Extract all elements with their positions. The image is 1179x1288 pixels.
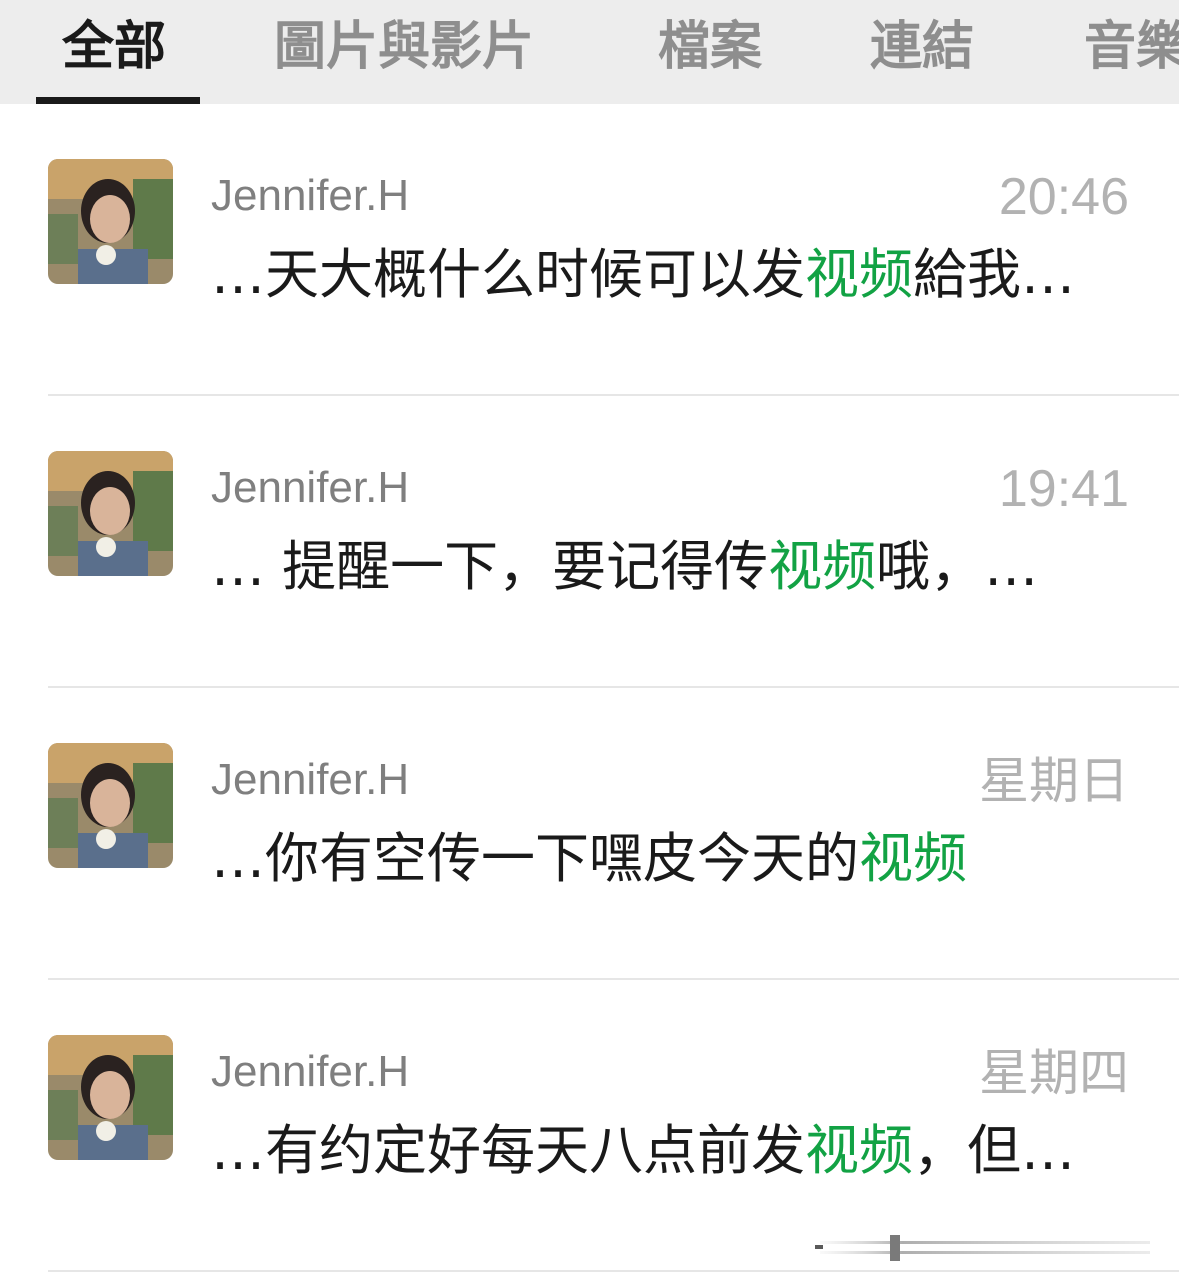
tab-links[interactable]: 連結 — [870, 14, 974, 80]
tab-all[interactable]: 全部 — [62, 14, 166, 80]
tab-files[interactable]: 檔案 — [658, 14, 762, 80]
avatar[interactable] — [48, 1035, 173, 1160]
snippet-text: …天大概什么时候可以发 — [211, 243, 805, 306]
snippet-text: …有约定好每天八点前发 — [211, 1119, 805, 1182]
result-row[interactable]: Jennifer.H 20:46 …天大概什么时候可以发视频給我… — [0, 104, 1179, 396]
tab-music[interactable]: 音樂 — [1084, 14, 1179, 80]
avatar[interactable] — [48, 743, 173, 868]
avatar[interactable] — [48, 159, 173, 284]
snippet-text: …你有空传一下嘿皮今天的 — [211, 827, 859, 890]
row-divider — [48, 1270, 1179, 1272]
sender-name: Jennifer.H — [211, 171, 410, 220]
message-snippet: … 提醒一下，要记得传视频哦，… — [211, 534, 1038, 600]
message-snippet: …有约定好每天八点前发视频，但… — [211, 1118, 1075, 1184]
snippet-text: 哦，… — [876, 535, 1039, 598]
avatar[interactable] — [48, 451, 173, 576]
message-time: 星期四 — [979, 1045, 1129, 1101]
avatar-photo — [48, 451, 173, 576]
sender-name: Jennifer.H — [211, 463, 410, 512]
message-time: 星期日 — [979, 753, 1129, 809]
search-highlight: 视频 — [768, 535, 877, 598]
sender-name: Jennifer.H — [211, 755, 410, 804]
message-time: 19:41 — [998, 460, 1129, 518]
sender-name: Jennifer.H — [211, 1047, 410, 1096]
search-highlight: 视频 — [859, 827, 967, 890]
active-tab-indicator — [36, 97, 200, 104]
search-results-list: Jennifer.H 20:46 …天大概什么时候可以发视频給我… Jennif… — [0, 104, 1179, 1288]
avatar-photo — [48, 159, 173, 284]
scroll-indicator — [815, 1235, 1150, 1261]
result-row[interactable]: Jennifer.H 星期日 …你有空传一下嘿皮今天的视频 — [0, 688, 1179, 980]
avatar-photo — [48, 1035, 173, 1160]
message-time: 20:46 — [998, 168, 1129, 226]
snippet-text: 給我… — [913, 243, 1075, 306]
tab-bar: 全部 圖片與影片 檔案 連結 音樂 — [0, 0, 1179, 104]
tab-photos-videos[interactable]: 圖片與影片 — [274, 14, 534, 80]
message-snippet: …天大概什么时候可以发视频給我… — [211, 242, 1075, 308]
snippet-text: ，但… — [913, 1119, 1075, 1182]
message-snippet: …你有空传一下嘿皮今天的视频 — [211, 826, 967, 892]
snippet-text: … 提醒一下，要记得传 — [211, 535, 769, 598]
search-highlight: 视频 — [805, 243, 913, 306]
search-highlight: 视频 — [805, 1119, 913, 1182]
result-row[interactable]: Jennifer.H 19:41 … 提醒一下，要记得传视频哦，… — [0, 396, 1179, 688]
avatar-photo — [48, 743, 173, 868]
